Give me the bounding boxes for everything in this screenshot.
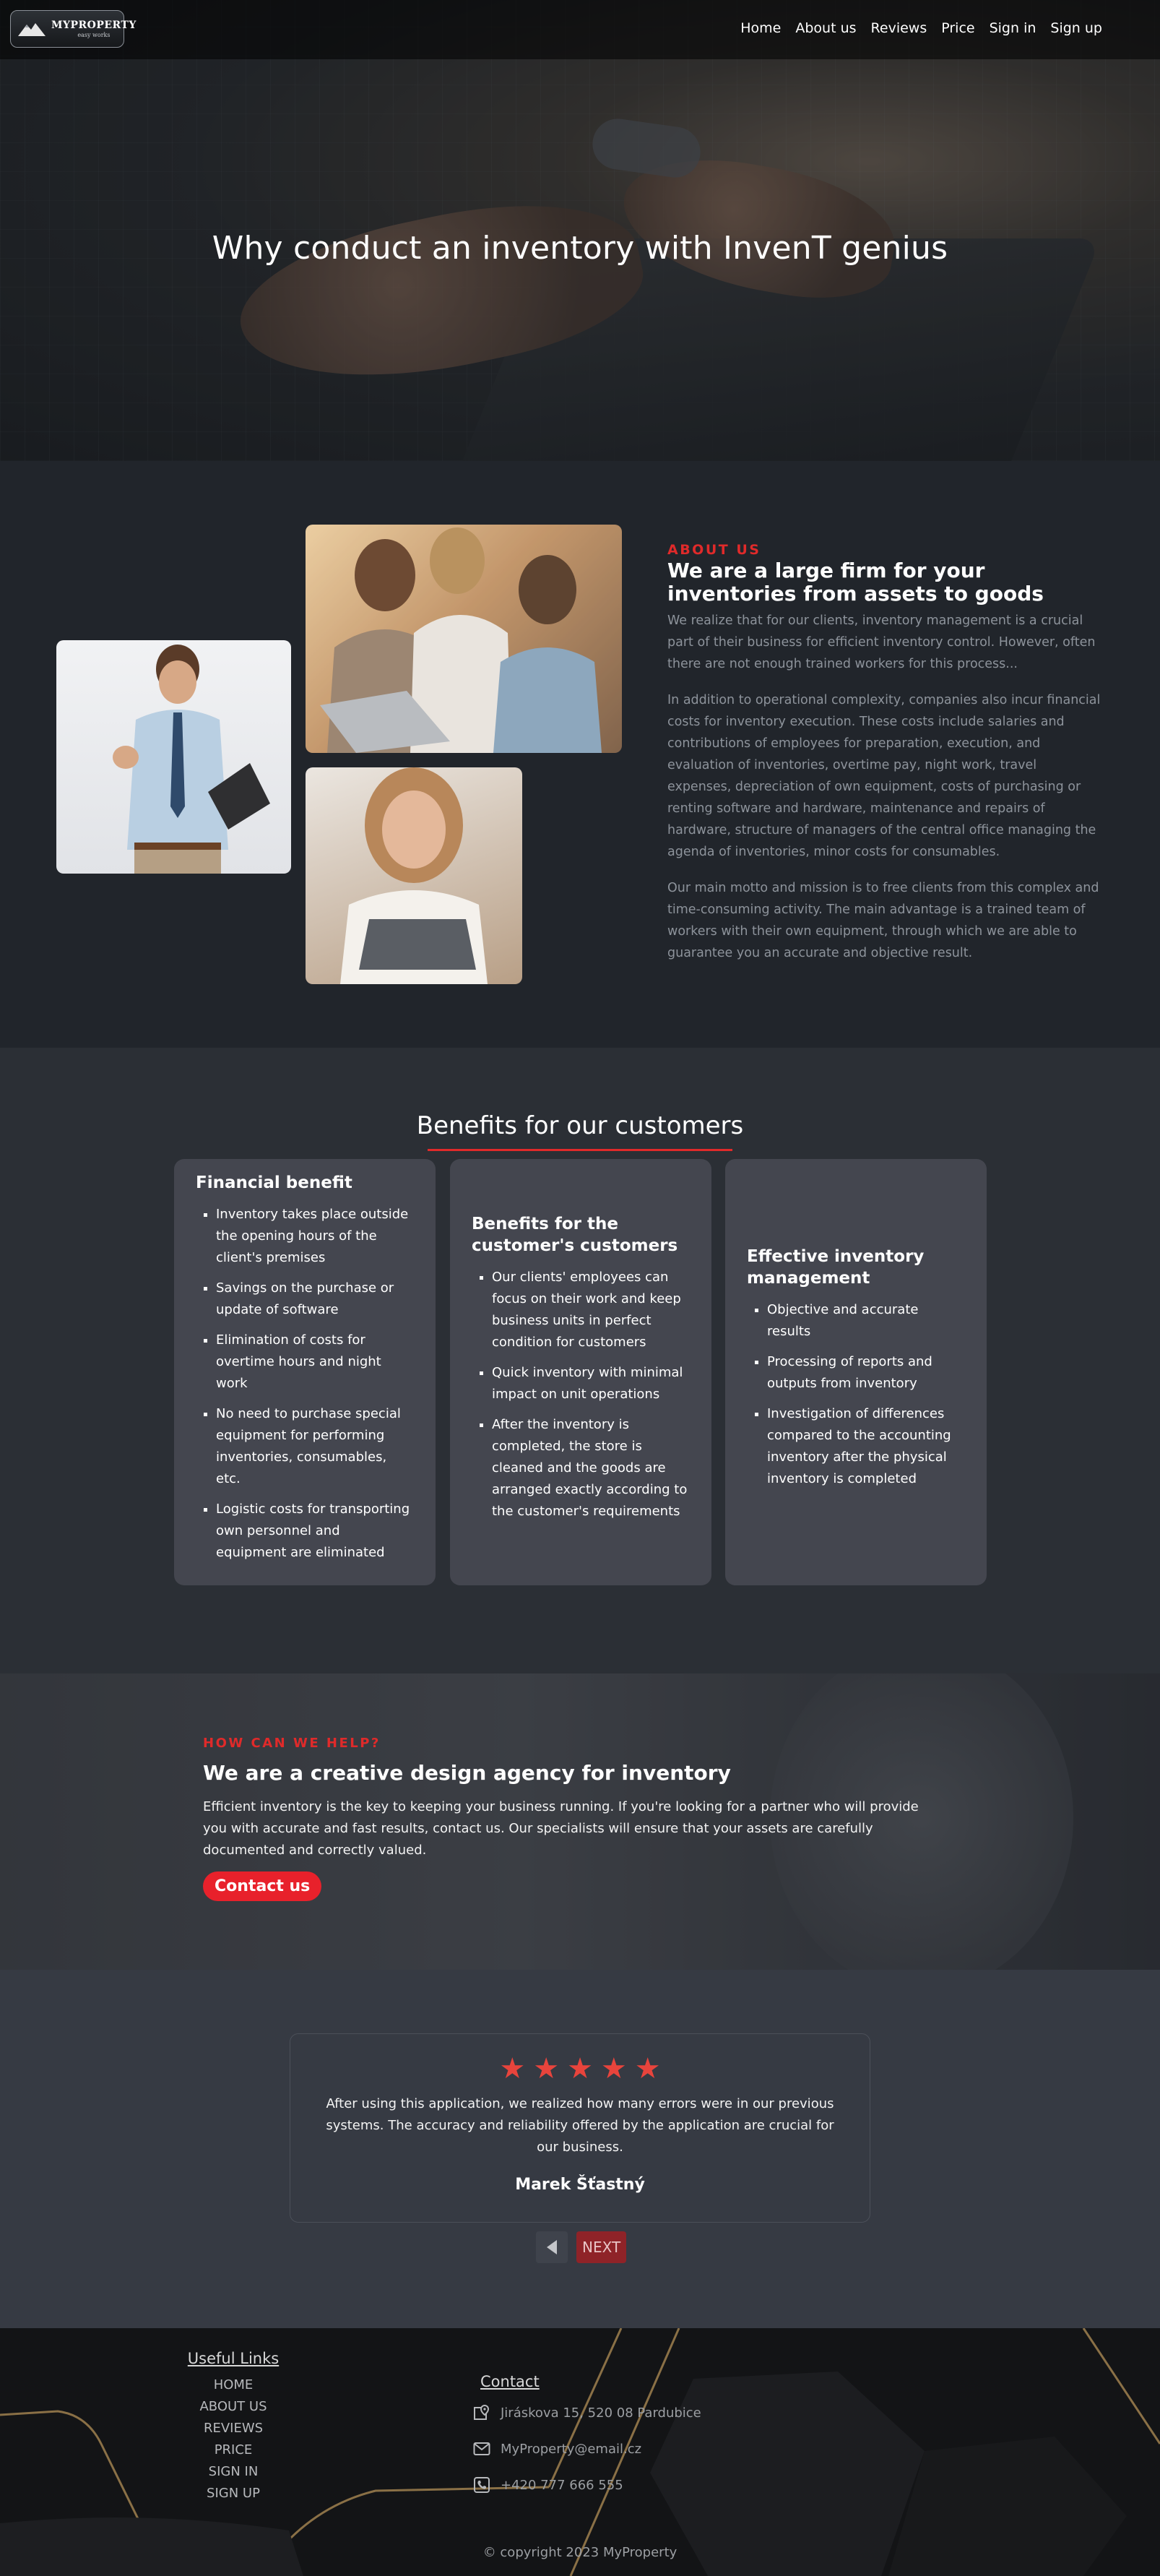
help-text: Efficient inventory is the key to keepin… (203, 1799, 919, 1858)
benefit-item: Savings on the purchase or update of sof… (216, 1278, 414, 1321)
phone-link[interactable]: +420 777 666 555 (501, 2478, 623, 2493)
envelope-icon (473, 2442, 490, 2455)
nav-link-price[interactable]: Price (941, 20, 974, 36)
hero-background-hand (227, 176, 654, 409)
testimonial-quote: After using this application, we realize… (326, 2096, 834, 2155)
nav-link-reviews[interactable]: Reviews (871, 20, 927, 36)
address-text: Jiráskova 15, 520 08 Pardubice (501, 2405, 701, 2421)
triangle-left-icon (547, 2240, 557, 2254)
benefit-card-title: Benefits for the customer's customers (472, 1215, 678, 1255)
benefit-card-management: Effective inventory management Objective… (725, 1159, 987, 1585)
nav-link-sign-up[interactable]: Sign up (1050, 20, 1102, 36)
businessman-photo (56, 640, 291, 874)
footer-link-reviews[interactable]: REVIEWS (186, 2418, 280, 2439)
hero-background-laptop (459, 238, 1101, 461)
star-icon: ★ (499, 2052, 526, 2085)
contact-block: Contact Jiráskova 15, 520 08 Pardubice M… (473, 2373, 701, 2499)
useful-links-title: Useful Links (187, 2350, 280, 2367)
benefit-item: Quick inventory with minimal impact on u… (492, 1362, 690, 1405)
star-icon: ★ (567, 2052, 593, 2085)
benefit-card-title: Financial benefit (196, 1173, 352, 1192)
footer-link-sign-in[interactable]: SIGN IN (186, 2461, 280, 2483)
logo[interactable]: MYPROPERTY easy works (10, 10, 136, 48)
benefit-card-title: Effective inventory management (747, 1247, 925, 1288)
star-rating: ★ ★ ★ ★ ★ (290, 2054, 870, 2083)
benefit-card-financial: Financial benefit Inventory takes place … (174, 1159, 436, 1585)
top-navbar: MYPROPERTY easy works Home About us Revi… (0, 0, 1160, 59)
hero-background-watch (589, 115, 704, 181)
nav-link-home[interactable]: Home (740, 20, 781, 36)
benefit-item: Objective and accurate results (767, 1299, 965, 1343)
star-icon: ★ (634, 2052, 661, 2085)
footer: Useful Links HOME ABOUT US REVIEWS PRICE… (0, 2328, 1160, 2576)
team-photo (306, 525, 622, 753)
map-pin-icon (474, 2404, 490, 2420)
star-icon: ★ (533, 2052, 560, 2085)
about-paragraph: In addition to operational complexity, c… (667, 693, 1101, 859)
contact-title: Contact (480, 2373, 540, 2390)
about-heading: We are a large firm for your inventories… (667, 559, 1044, 606)
logo-name: MYPROPERTY (51, 19, 137, 31)
testimonial-card: ★ ★ ★ ★ ★ After using this application, … (290, 2033, 870, 2223)
help-kicker: HOW CAN WE HELP? (203, 1736, 381, 1751)
help-heading: We are a creative design agency for inve… (203, 1761, 731, 1785)
about-section: ABOUT US We are a large firm for your in… (0, 461, 1160, 1048)
help-section: HOW CAN WE HELP? We are a creative desig… (0, 1673, 1160, 1970)
logo-tagline: easy works (77, 31, 111, 38)
contact-phone: +420 777 666 555 (473, 2471, 701, 2499)
woman-with-laptop-photo (306, 767, 522, 984)
about-text: ABOUT US We are a large firm for your in… (667, 542, 1102, 964)
star-icon: ★ (600, 2052, 627, 2085)
footer-link-about-us[interactable]: ABOUT US (186, 2396, 280, 2418)
about-paragraph: We realize that for our clients, invento… (667, 613, 1096, 671)
footer-link-home[interactable]: HOME (186, 2374, 280, 2396)
hero-title: Why conduct an inventory with InvenT gen… (212, 230, 948, 267)
prev-button[interactable] (536, 2231, 568, 2263)
contact-address: Jiráskova 15, 520 08 Pardubice (473, 2399, 701, 2426)
useful-links: Useful Links HOME ABOUT US REVIEWS PRICE… (186, 2350, 280, 2504)
about-paragraph: Our main motto and mission is to free cl… (667, 881, 1099, 960)
benefit-item: Logistic costs for transporting own pers… (216, 1499, 414, 1564)
benefit-item: Investigation of differences compared to… (767, 1403, 965, 1490)
footer-link-sign-up[interactable]: SIGN UP (186, 2483, 280, 2504)
nav-link-about-us[interactable]: About us (795, 20, 856, 36)
benefit-item: Our clients' employees can focus on thei… (492, 1267, 690, 1353)
title-underline (428, 1149, 732, 1151)
benefit-item: Elimination of costs for overtime hours … (216, 1330, 414, 1395)
copyright: © copyright 2023 MyProperty (482, 2545, 678, 2560)
footer-link-price[interactable]: PRICE (186, 2439, 280, 2461)
email-link[interactable]: MyProperty@email.cz (501, 2442, 641, 2457)
testimonial-author: Marek Šťastný (515, 2176, 645, 2194)
benefit-card-customers: Benefits for the customer's customers Ou… (450, 1159, 711, 1585)
phone-icon (474, 2477, 490, 2493)
testimonial-section: ★ ★ ★ ★ ★ After using this application, … (0, 1970, 1160, 2328)
benefit-item: After the inventory is completed, the st… (492, 1414, 690, 1522)
benefit-item: Inventory takes place outside the openin… (216, 1204, 414, 1269)
hero-background-hand (613, 143, 904, 312)
contact-us-button[interactable]: Contact us (203, 1871, 322, 1901)
benefit-item: Processing of reports and outputs from i… (767, 1351, 965, 1395)
carousel-controls: NEXT (536, 2231, 627, 2263)
nav-link-sign-in[interactable]: Sign in (990, 20, 1036, 36)
next-button[interactable]: NEXT (576, 2231, 627, 2263)
benefits-title: Benefits for our customers (416, 1111, 744, 1140)
contact-email: MyProperty@email.cz (473, 2435, 701, 2463)
nav-links: Home About us Reviews Price Sign in Sign… (740, 20, 1102, 36)
benefits-section: Benefits for our customers Financial ben… (0, 1048, 1160, 1673)
benefit-item: No need to purchase special equipment fo… (216, 1403, 414, 1490)
about-kicker: ABOUT US (667, 542, 761, 558)
mountain-logo-icon (18, 23, 46, 36)
hero-section: Why conduct an inventory with InvenT gen… (0, 0, 1160, 461)
